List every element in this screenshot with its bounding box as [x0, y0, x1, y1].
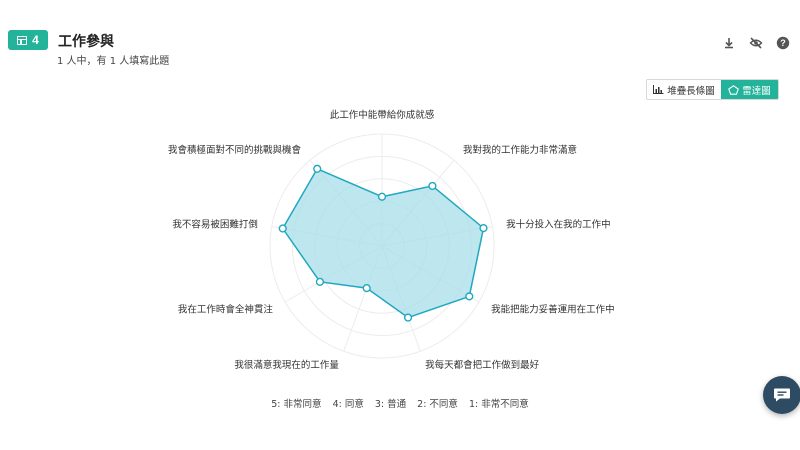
scale-legend: 5: 非常同意 4: 同意 3: 普通 2: 不同意 1: 非常不同意 — [0, 396, 800, 410]
radar-point[interactable] — [428, 181, 437, 191]
legend-item: 5: 非常同意 — [271, 399, 322, 410]
legend-item: 1: 非常不同意 — [468, 399, 529, 410]
radar-axis-label: 我十分投入在我的工作中 — [506, 219, 611, 231]
radar-axis-label: 我每天都會把工作做到最好 — [425, 359, 540, 371]
radar-chart: 此工作中能帶給你成就感我對我的工作能力非常滿意我十分投入在我的工作中我能把能力妥… — [168, 109, 615, 371]
radar-point[interactable] — [313, 164, 322, 173]
radar-series — [278, 164, 488, 322]
radar-point[interactable] — [465, 292, 474, 301]
radar-point[interactable] — [377, 192, 387, 201]
radar-point[interactable] — [362, 283, 371, 293]
radar-axis-label: 此工作中能帶給你成就感 — [330, 109, 435, 121]
chat-icon — [774, 388, 790, 402]
radar-point[interactable] — [278, 224, 287, 233]
radar-point[interactable] — [315, 277, 325, 286]
radar-axis-label: 我很滿意我現在的工作量 — [234, 359, 339, 371]
radar-axis-label: 我對我的工作能力非常滿意 — [463, 144, 577, 156]
legend-item: 4: 同意 — [332, 399, 364, 410]
legend-item: 3: 普通 — [374, 399, 407, 410]
radar-axis-label: 我不容易被困難打倒 — [172, 219, 258, 231]
radar-point[interactable] — [479, 224, 488, 233]
radar-point[interactable] — [403, 313, 413, 322]
legend-item: 2: 不同意 — [417, 399, 458, 410]
radar-axis-label: 我在工作時會全神貫注 — [178, 304, 274, 316]
radar-axis-label: 我會積極面對不同的挑戰與機會 — [168, 144, 302, 156]
chat-button[interactable] — [763, 376, 800, 414]
radar-axis-label: 我能把能力妥善運用在工作中 — [491, 304, 615, 316]
